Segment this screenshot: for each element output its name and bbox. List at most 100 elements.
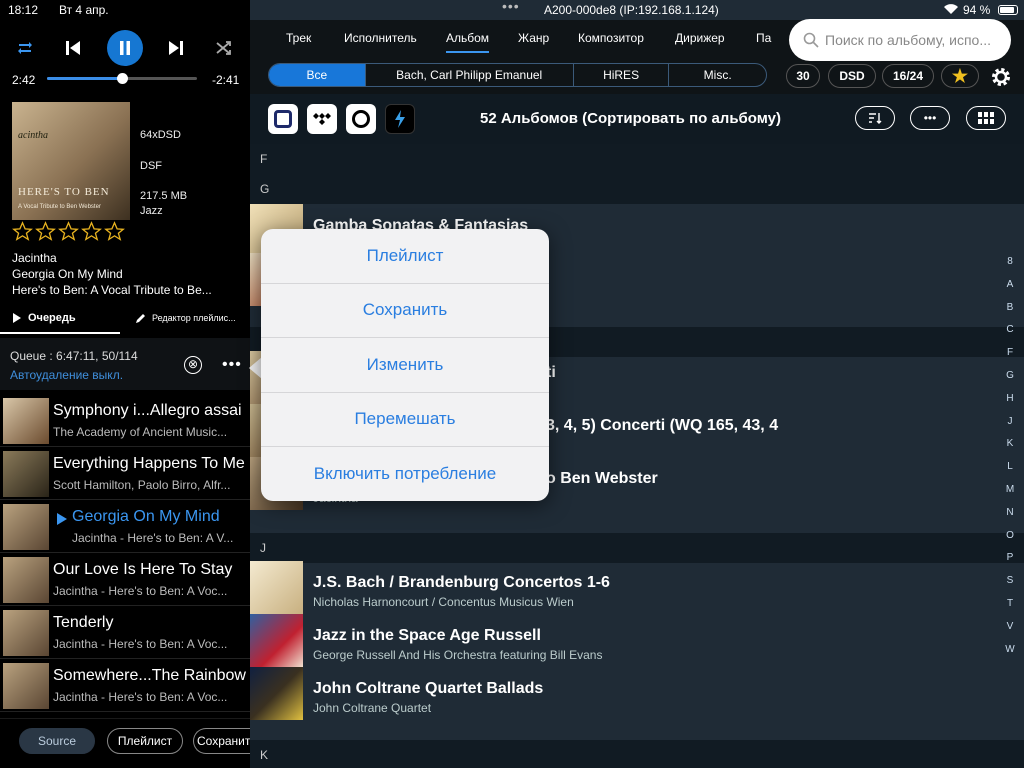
alphabet-index[interactable]: 8ABCFGHJKLMNOPSTVW [1000,256,1020,666]
alphabet-letter[interactable]: P [1000,552,1020,575]
star-icon[interactable] [104,221,125,242]
repeat-icon[interactable] [10,30,40,66]
alphabet-letter[interactable]: L [1000,461,1020,484]
alphabet-letter[interactable]: B [1000,302,1020,325]
streaming-service-icon[interactable] [385,104,415,134]
album-row[interactable]: J.S. Bach / Brandenburg Concertos 1-6 Ni… [250,561,1024,614]
qobuz-icon[interactable] [346,104,376,134]
queue-row[interactable]: Somewhere...The Rainbow Jacintha - Here'… [0,659,250,712]
rating-stars[interactable] [12,221,125,242]
clear-queue-icon[interactable]: ⊗ [184,356,202,374]
alphabet-letter[interactable]: V [1000,621,1020,644]
queue-row-title: Somewhere...The Rainbow [53,667,246,684]
star-icon[interactable] [35,221,56,242]
elapsed-time: 2:42 [12,73,36,87]
shuffle-icon[interactable] [209,30,239,66]
alphabet-letter[interactable]: S [1000,575,1020,598]
sort-button[interactable] [855,106,895,130]
auto-delete-toggle[interactable]: Автоудаление выкл. [10,368,123,382]
source-button[interactable]: Source [19,728,95,754]
track-artist: Jacintha [12,251,57,265]
menu-item-shuffle[interactable]: Перемешать [261,393,549,447]
alphabet-letter[interactable]: M [1000,484,1020,507]
settings-gear-icon[interactable] [990,66,1012,88]
search-field[interactable]: Поиск по альбому, испо... [789,19,1011,61]
sort-icon [869,113,882,124]
tidal-icon[interactable] [307,104,337,134]
wifi-icon [944,4,958,14]
tab-artist[interactable]: Исполнитель [344,31,417,45]
battery-icon [998,5,1018,15]
alphabet-letter[interactable]: O [1000,530,1020,553]
queue-row-title: Symphony i...Allegro assai [53,402,242,419]
album-title: 3, 4, 5) Concerti (WQ 165, 43, 4 [546,417,779,434]
cover-artist-name: acintha [18,130,48,141]
filter-resolution-button[interactable]: 16/24 [882,64,934,88]
section-header-k: K [250,740,1024,768]
filter-hires[interactable]: HiRES [574,64,670,86]
tab-genre[interactable]: Жанр [518,31,549,45]
next-track-icon[interactable] [161,30,191,66]
album-row[interactable]: Jazz in the Space Age Russell George Rus… [250,614,1024,667]
queue-more-icon[interactable]: ••• [222,356,242,374]
menu-item-edit[interactable]: Изменить [261,338,549,393]
tab-more[interactable]: Па [756,31,771,45]
queue-row-current[interactable]: Georgia On My Mind Jacintha - Here's to … [0,500,250,553]
star-icon[interactable] [12,221,33,242]
tab-track[interactable]: Трек [286,31,311,45]
menu-item-save[interactable]: Сохранить [261,284,549,338]
now-playing-icon [57,513,67,525]
tab-conductor[interactable]: Дирижер [675,31,725,45]
track-album: Here's to Ben: A Vocal Tribute to Be... [12,283,212,297]
tab-playlist-editor[interactable]: Редактор плейлис... [135,312,236,324]
filter-misc[interactable]: Misc. [669,64,766,86]
queue-row-subtitle: The Academy of Ancient Music... [53,425,228,439]
section-header-f: F [250,144,1024,174]
alphabet-letter[interactable]: C [1000,324,1020,347]
playlist-button[interactable]: Плейлист [107,728,183,754]
progress-knob[interactable] [117,73,128,84]
filter-dsd-button[interactable]: DSD [828,64,876,88]
alphabet-letter[interactable]: F [1000,347,1020,370]
bottom-bar: Source Плейлист Сохранит [0,718,263,768]
queue-row[interactable]: Everything Happens To Me Scott Hamilton,… [0,447,250,500]
queue-row[interactable]: Symphony i...Allegro assai The Academy o… [0,394,250,447]
albums-count-title: 52 Альбомов (Сортировать по альбому) [480,110,782,127]
alphabet-letter[interactable]: K [1000,438,1020,461]
alphabet-letter[interactable]: H [1000,393,1020,416]
filter-bach[interactable]: Bach, Carl Philipp Emanuel [366,64,574,86]
tab-queue[interactable]: Очередь [12,312,76,324]
local-source-icon[interactable] [268,104,298,134]
star-icon[interactable] [58,221,79,242]
alphabet-letter[interactable]: A [1000,279,1020,302]
progress-slider[interactable] [47,73,197,84]
track-format: 64xDSD [140,129,181,141]
status-bar: 18:12 Вт 4 апр. ••• A200-000de8 (IP:192.… [0,0,1024,20]
alphabet-letter[interactable]: G [1000,370,1020,393]
filter-30-button[interactable]: 30 [786,64,820,88]
tab-album[interactable]: Альбом [446,31,490,53]
queue-row[interactable]: Tenderly Jacintha - Here's to Ben: A Voc… [0,606,250,659]
previous-track-icon[interactable] [58,30,88,66]
alphabet-letter[interactable]: T [1000,598,1020,621]
section-header-j: J [250,533,1024,563]
album-subtitle: John Coltrane Quartet [313,701,432,715]
header-more-button[interactable]: ••• [910,106,950,130]
pause-button[interactable] [107,30,143,66]
filter-all[interactable]: Все [269,64,366,86]
album-title: J.S. Bach / Brandenburg Concertos 1-6 [313,574,610,591]
favorites-star-icon[interactable]: ★ [941,64,979,88]
queue-row-subtitle: Jacintha - Here's to Ben: A Voc... [53,690,228,704]
star-icon[interactable] [81,221,102,242]
menu-item-enable-consume[interactable]: Включить потребление [261,447,549,501]
alphabet-letter[interactable]: J [1000,416,1020,439]
menu-item-playlist[interactable]: Плейлист [261,229,549,284]
alphabet-letter[interactable]: 8 [1000,256,1020,279]
alphabet-letter[interactable]: W [1000,644,1020,667]
tab-composer[interactable]: Композитор [578,31,644,45]
queue-row[interactable]: Our Love Is Here To Stay Jacintha - Here… [0,553,250,606]
grid-view-button[interactable] [966,106,1006,130]
album-thumbnail [250,614,303,667]
alphabet-letter[interactable]: N [1000,507,1020,530]
album-row[interactable]: John Coltrane Quartet Ballads John Coltr… [250,667,1024,720]
